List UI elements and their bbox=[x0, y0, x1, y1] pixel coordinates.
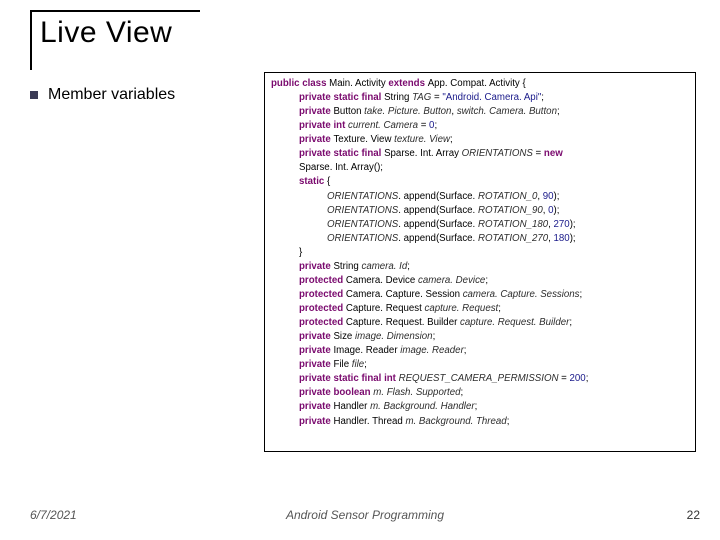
code-line: private Image. Reader image. Reader; bbox=[271, 344, 689, 358]
code-line: private static final String TAG = "Andro… bbox=[271, 91, 689, 105]
code-line: private Button take. Picture. Button, sw… bbox=[271, 105, 689, 119]
code-line: private static final Sparse. Int. Array … bbox=[271, 147, 689, 161]
code-line: ORIENTATIONS. append(Surface. ROTATION_9… bbox=[271, 204, 689, 218]
code-line: private int current. Camera = 0; bbox=[271, 119, 689, 133]
code-line: private Size image. Dimension; bbox=[271, 330, 689, 344]
code-line: ORIENTATIONS. append(Surface. ROTATION_0… bbox=[271, 190, 689, 204]
code-line: ORIENTATIONS. append(Surface. ROTATION_2… bbox=[271, 232, 689, 246]
code-line: Sparse. Int. Array(); bbox=[271, 161, 689, 175]
footer-center: Android Sensor Programming bbox=[30, 508, 700, 522]
code-line: protected Capture. Request. Builder capt… bbox=[271, 316, 689, 330]
code-line: protected Capture. Request capture. Requ… bbox=[271, 302, 689, 316]
code-line: private Texture. View texture. View; bbox=[271, 133, 689, 147]
code-line: private static final int REQUEST_CAMERA_… bbox=[271, 372, 689, 386]
code-line: private boolean m. Flash. Supported; bbox=[271, 386, 689, 400]
bullet-text: Member variables bbox=[48, 86, 175, 104]
code-line: private File file; bbox=[271, 358, 689, 372]
code-box: public class Main. Activity extends App.… bbox=[264, 72, 696, 452]
code-line: private Handler. Thread m. Background. T… bbox=[271, 415, 689, 429]
code-line: static { bbox=[271, 175, 689, 189]
code-line: ORIENTATIONS. append(Surface. ROTATION_1… bbox=[271, 218, 689, 232]
code-line: private String camera. Id; bbox=[271, 260, 689, 274]
code-line: protected Camera. Capture. Session camer… bbox=[271, 288, 689, 302]
footer: 6/7/2021 Android Sensor Programming 22 bbox=[30, 508, 700, 522]
code-line: } bbox=[271, 246, 689, 260]
bullet-row: Member variables bbox=[30, 86, 175, 104]
title-rule-top bbox=[30, 10, 200, 12]
slide-title: Live View bbox=[30, 10, 172, 50]
title-rule-left bbox=[30, 10, 32, 70]
bullet-icon bbox=[30, 91, 38, 99]
slide: Live View Member variables public class … bbox=[0, 0, 720, 540]
code-line: private Handler m. Background. Handler; bbox=[271, 400, 689, 414]
code-line: protected Camera. Device camera. Device; bbox=[271, 274, 689, 288]
code-line: public class Main. Activity extends App.… bbox=[271, 78, 526, 89]
title-block: Live View bbox=[30, 10, 172, 50]
